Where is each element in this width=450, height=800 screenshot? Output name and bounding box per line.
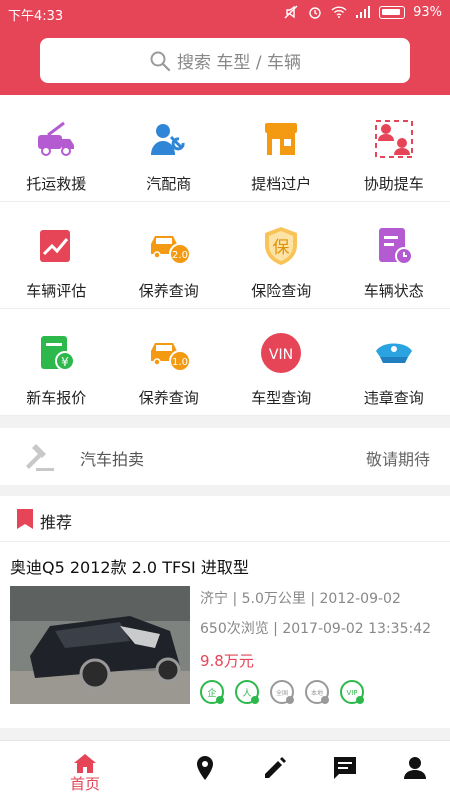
store-icon bbox=[265, 123, 297, 155]
svg-text:VIP: VIP bbox=[346, 689, 357, 697]
status-bar: 下午4:33 93% bbox=[0, 0, 450, 26]
insurance-icon: 保 bbox=[265, 227, 297, 265]
tab-location[interactable] bbox=[175, 741, 235, 800]
grid-item-violation-query[interactable]: 违章查询 bbox=[338, 309, 450, 416]
auction-status: 敬请期待 bbox=[365, 450, 430, 469]
grid-item-label: 违章查询 bbox=[363, 389, 424, 407]
car-badges: 企 人 全国 本地 VIP bbox=[200, 680, 365, 705]
grid-item-label: 车辆评估 bbox=[26, 282, 87, 300]
tab-publish[interactable] bbox=[245, 741, 305, 800]
recommend-header: 推荐 bbox=[0, 496, 450, 542]
grid-item-label: 保险查询 bbox=[251, 282, 312, 300]
car-price: 9.8万元 bbox=[200, 652, 254, 670]
tab-profile[interactable] bbox=[385, 741, 445, 800]
service-grid: 托运救援 汽配商 提档过户 协助提车 车辆评估 2.0 保养查询 保 保险查询 … bbox=[0, 95, 450, 416]
svg-text:¥: ¥ bbox=[61, 355, 69, 369]
search-bar[interactable]: 搜索 车型 / 车辆 bbox=[40, 38, 410, 83]
grid-row: 托运救援 汽配商 提档过户 协助提车 bbox=[0, 95, 450, 202]
svg-text:2.0: 2.0 bbox=[172, 250, 188, 261]
vehicle-status-icon bbox=[378, 228, 413, 265]
grid-row: ¥ 新车报价 1.0 保养查询 VIN 车型查询 违章查询 bbox=[0, 309, 450, 416]
header: 下午4:33 93% 搜索 车型 / 车辆 bbox=[0, 0, 450, 95]
grid-item-maintenance-2[interactable]: 2.0 保养查询 bbox=[113, 202, 226, 309]
badge-local-icon: 本地 bbox=[305, 680, 330, 705]
grid-item-parts-dealer[interactable]: 汽配商 bbox=[113, 95, 226, 202]
grid-item-label: 车型查询 bbox=[251, 389, 312, 407]
grid-item-vehicle-status[interactable]: 车辆状态 bbox=[338, 202, 450, 309]
signal-icon bbox=[356, 6, 371, 18]
maintenance-1-icon: 1.0 bbox=[150, 343, 191, 372]
status-time: 下午4:33 bbox=[8, 9, 64, 24]
grid-item-label: 新车报价 bbox=[26, 389, 87, 407]
car-photo bbox=[10, 586, 190, 704]
grid-item-label: 托运救援 bbox=[26, 175, 87, 193]
tow-truck-icon bbox=[38, 121, 74, 156]
new-car-price-icon: ¥ bbox=[41, 336, 75, 371]
grid-item-label: 协助提车 bbox=[363, 175, 424, 193]
gavel-icon bbox=[26, 444, 54, 471]
grid-item-evaluation[interactable]: 车辆评估 bbox=[0, 202, 113, 309]
wifi-icon bbox=[331, 6, 347, 18]
car-meta-views: 650次浏览 | 2017-09-02 13:35:42 bbox=[200, 621, 432, 637]
svg-text:全国: 全国 bbox=[276, 689, 288, 697]
grid-item-transfer[interactable]: 提档过户 bbox=[225, 95, 338, 202]
svg-text:人: 人 bbox=[242, 688, 251, 699]
tab-messages[interactable] bbox=[315, 741, 375, 800]
grid-item-maintenance-1[interactable]: 1.0 保养查询 bbox=[113, 309, 226, 416]
grid-item-new-car-price[interactable]: ¥ 新车报价 bbox=[0, 309, 113, 416]
user-icon bbox=[404, 757, 426, 779]
grid-item-model-query[interactable]: VIN 车型查询 bbox=[225, 309, 338, 416]
grid-item-label: 保养查询 bbox=[138, 389, 199, 407]
search-icon bbox=[150, 51, 171, 71]
svg-text:企: 企 bbox=[207, 687, 216, 699]
tab-home-label: 首页 bbox=[69, 775, 100, 793]
grid-item-label: 提档过户 bbox=[251, 175, 312, 193]
grid-item-insurance[interactable]: 保 保险查询 bbox=[225, 202, 338, 309]
alarm-icon bbox=[309, 7, 321, 19]
svg-text:保: 保 bbox=[273, 238, 290, 258]
bottom-tab-bar: 首页 bbox=[0, 740, 450, 800]
parts-dealer-icon bbox=[150, 124, 185, 155]
svg-text:1.0: 1.0 bbox=[172, 357, 188, 368]
grid-item-tow-rescue[interactable]: 托运救援 bbox=[0, 95, 113, 202]
battery-level: 93% bbox=[413, 4, 442, 20]
recommend-section: 推荐 奥迪Q5 2012款 2.0 TFSI 进取型 济宁 | 5.0万公里 |… bbox=[0, 496, 450, 728]
grid-item-assist-pickup[interactable]: 协助提车 bbox=[338, 95, 450, 202]
car-title: 奥迪Q5 2012款 2.0 TFSI 进取型 bbox=[10, 558, 249, 577]
pencil-icon bbox=[265, 757, 286, 778]
location-pin-icon bbox=[197, 756, 213, 780]
svg-text:本地: 本地 bbox=[311, 689, 323, 697]
vin-icon: VIN bbox=[261, 333, 301, 373]
assist-pickup-icon bbox=[374, 120, 413, 158]
badge-enterprise-icon: 企 bbox=[200, 680, 225, 705]
badge-vip-icon: VIP bbox=[340, 680, 365, 705]
tab-home[interactable]: 首页 bbox=[55, 741, 115, 800]
message-icon bbox=[334, 757, 356, 779]
maintenance-2-icon: 2.0 bbox=[150, 236, 191, 265]
recommend-title: 推荐 bbox=[40, 513, 73, 532]
police-cap-icon bbox=[375, 343, 412, 363]
search-placeholder: 搜索 车型 / 车辆 bbox=[177, 53, 301, 73]
mute-icon bbox=[284, 5, 298, 19]
battery-icon bbox=[379, 5, 406, 19]
car-meta-location: 济宁 | 5.0万公里 | 2012-09-02 bbox=[200, 591, 401, 607]
auction-row[interactable]: 汽车拍卖 敬请期待 bbox=[0, 428, 450, 485]
bookmark-icon bbox=[17, 509, 33, 529]
auction-title: 汽车拍卖 bbox=[80, 450, 145, 469]
evaluation-icon bbox=[40, 230, 70, 262]
grid-item-label: 汽配商 bbox=[146, 175, 192, 193]
badge-person-icon: 人 bbox=[235, 680, 260, 705]
badge-nationwide-icon: 全国 bbox=[270, 680, 295, 705]
svg-text:VIN: VIN bbox=[269, 347, 293, 363]
grid-row: 车辆评估 2.0 保养查询 保 保险查询 车辆状态 bbox=[0, 202, 450, 309]
grid-item-label: 保养查询 bbox=[138, 282, 199, 300]
grid-item-label: 车辆状态 bbox=[363, 282, 424, 300]
